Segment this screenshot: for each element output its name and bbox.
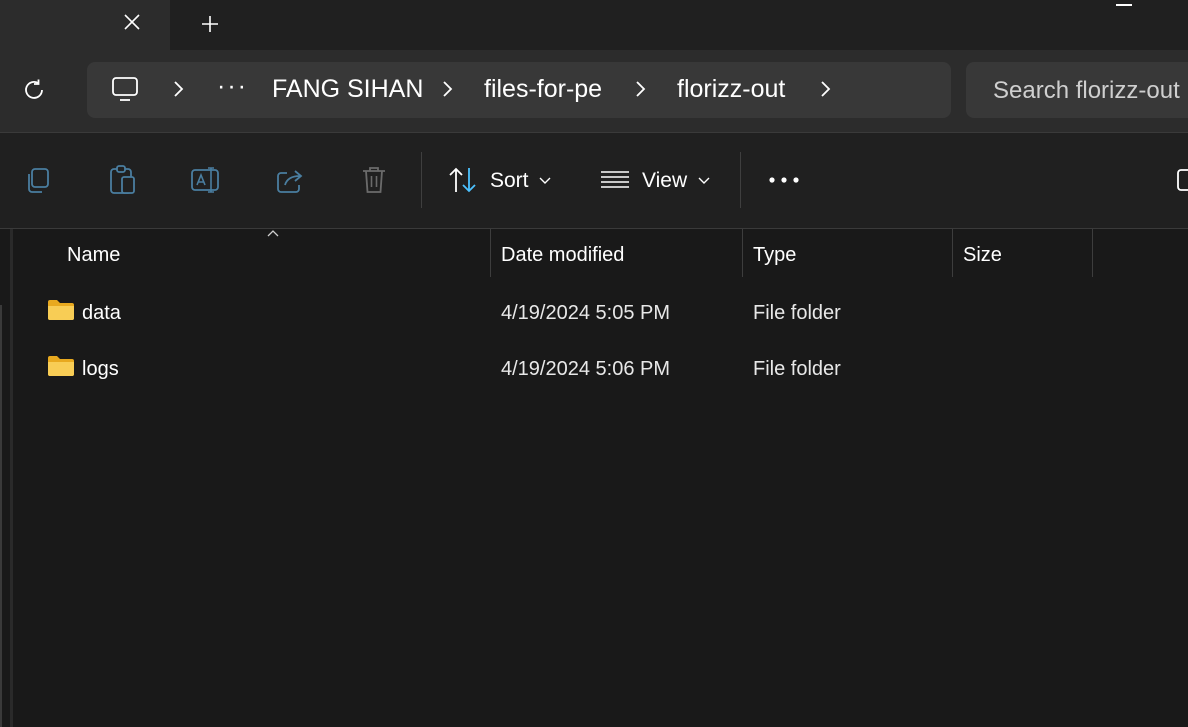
column-header-size[interactable]: Size: [963, 243, 1002, 267]
column-divider[interactable]: [742, 229, 743, 277]
view-icon[interactable]: [599, 167, 631, 193]
search-input[interactable]: Search florizz-out: [993, 75, 1180, 107]
column-divider[interactable]: [1092, 229, 1093, 277]
navigation-pane-edge: [0, 305, 2, 727]
chevron-right-icon[interactable]: [633, 79, 649, 99]
splitter[interactable]: [10, 229, 13, 727]
view-button[interactable]: View: [642, 168, 687, 194]
paste-icon[interactable]: [106, 163, 138, 197]
title-bar: [0, 0, 1188, 50]
breadcrumb-item-files-for-pe[interactable]: files-for-pe: [484, 73, 602, 105]
breadcrumb-overflow[interactable]: ···: [217, 70, 248, 102]
this-pc-icon[interactable]: [110, 74, 140, 104]
column-header-name[interactable]: Name: [67, 243, 120, 267]
folder-icon: [47, 298, 75, 322]
rename-icon[interactable]: [190, 163, 222, 197]
sort-icon[interactable]: [447, 165, 479, 195]
file-type: File folder: [753, 358, 841, 380]
command-bar: [0, 133, 1188, 229]
separator: [421, 152, 422, 208]
details-pane-icon[interactable]: [1176, 168, 1188, 192]
column-divider[interactable]: [490, 229, 491, 277]
refresh-icon[interactable]: [18, 74, 50, 106]
close-icon[interactable]: [118, 8, 146, 36]
share-icon[interactable]: [274, 163, 306, 197]
chevron-right-icon[interactable]: [171, 79, 187, 99]
file-date: 4/19/2024 5:05 PM: [501, 302, 671, 324]
breadcrumb-item-fang-sihan[interactable]: FANG SIHAN: [272, 73, 423, 105]
column-divider[interactable]: [952, 229, 953, 277]
breadcrumb-item-florizz-out[interactable]: florizz-out: [677, 73, 785, 105]
sort-button[interactable]: Sort: [490, 168, 529, 194]
minimize-button[interactable]: [1116, 4, 1132, 6]
separator: [740, 152, 741, 208]
more-options-icon[interactable]: [766, 170, 802, 190]
file-name[interactable]: logs: [82, 357, 119, 381]
chevron-down-icon[interactable]: [697, 175, 711, 185]
sort-ascending-icon: [266, 229, 280, 239]
chevron-right-icon[interactable]: [440, 79, 456, 99]
file-type: File folder: [753, 302, 841, 324]
column-header-date-modified[interactable]: Date modified: [501, 243, 624, 267]
copy-icon[interactable]: [22, 163, 54, 197]
file-date: 4/19/2024 5:06 PM: [501, 358, 671, 380]
chevron-down-icon[interactable]: [538, 175, 552, 185]
column-header-type[interactable]: Type: [753, 243, 796, 267]
file-name[interactable]: data: [82, 301, 121, 325]
folder-icon: [47, 354, 75, 378]
plus-icon[interactable]: [196, 10, 224, 38]
chevron-right-icon[interactable]: [818, 79, 834, 99]
delete-icon[interactable]: [358, 163, 390, 197]
